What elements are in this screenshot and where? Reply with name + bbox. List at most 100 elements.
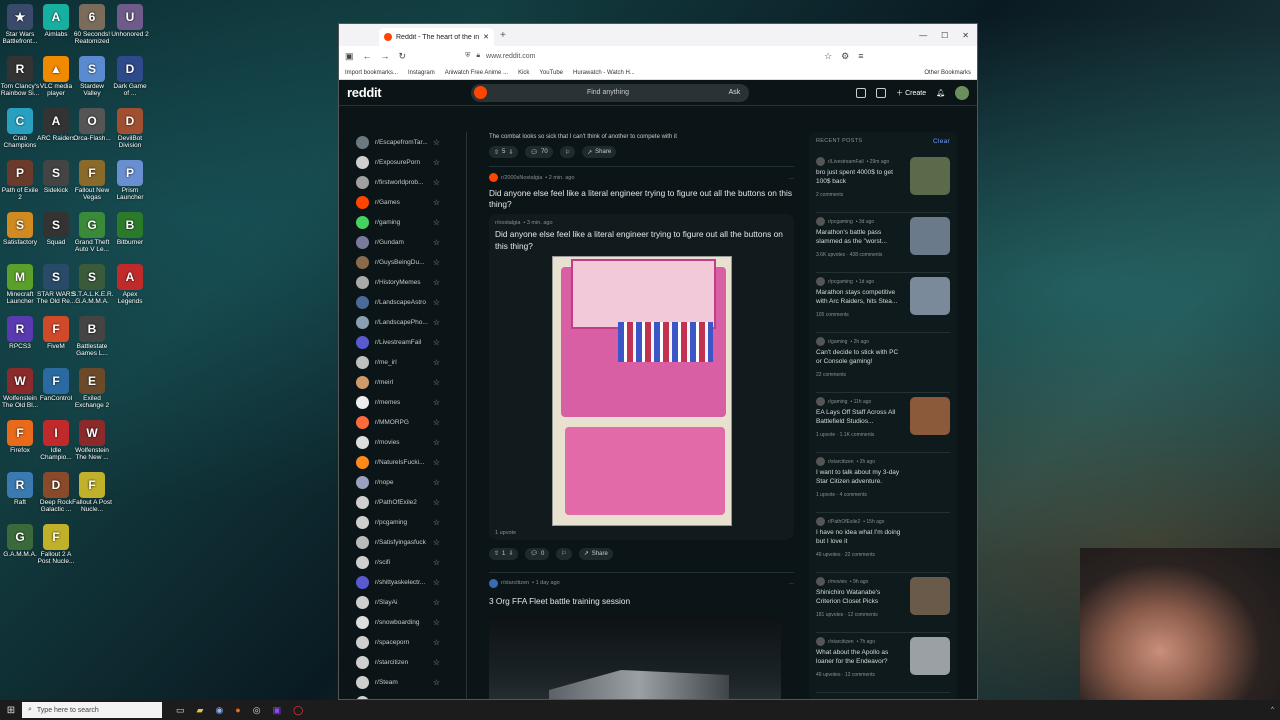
desktop-icon[interactable]: A Apex Legends [110,264,150,306]
sidebar-item-community[interactable]: r/me_irl ☆ [339,352,466,372]
recent-thumbnail[interactable] [910,277,950,315]
favorite-star-icon[interactable]: ☆ [433,618,440,627]
chat-icon[interactable] [876,87,887,98]
bookmark-item[interactable]: Kick [518,70,529,76]
task-view-icon[interactable]: ▭ [176,705,185,716]
recent-title[interactable]: EA Lays Off Staff Across All Battlefield… [816,409,904,427]
favorite-star-icon[interactable]: ☆ [433,478,440,487]
favorite-star-icon[interactable]: ☆ [433,638,440,647]
sidebar-toggle-icon[interactable]: ▣ [345,51,354,62]
favorite-star-icon[interactable]: ☆ [433,198,440,207]
desktop-icon[interactable]: P Path of Exile 2 [0,160,40,202]
recent-post-item[interactable]: r/pcgaming • 3d ago Marathon's battle pass… [816,213,950,273]
menu-icon[interactable]: ≡ [858,51,863,61]
sidebar-item-community[interactable]: r/Games ☆ [339,192,466,212]
extensions-icon[interactable]: ⚙ [841,51,849,62]
sidebar-item-community[interactable]: r/SlayAi ☆ [339,592,466,612]
firefox-icon[interactable]: ● [235,705,240,716]
desktop-icon[interactable]: F Fallout A Post Nucle... [72,472,112,514]
favorite-star-icon[interactable]: ☆ [433,138,440,147]
favorite-star-icon[interactable]: ☆ [433,518,440,527]
more-options-icon[interactable]: … [789,580,795,586]
recent-post-item[interactable]: r/starcitizen • 2h ago I want to talk abou… [816,453,950,513]
desktop-icon[interactable]: G Grand Theft Auto V Le... [72,212,112,254]
desktop-icon[interactable]: F FiveM [36,316,76,351]
sidebar-item-community[interactable]: r/meirl ☆ [339,372,466,392]
recent-subreddit[interactable]: r/gaming [828,339,847,345]
desktop-icon[interactable]: ★ Star Wars Battlefront... [0,4,40,46]
favorite-star-icon[interactable]: ☆ [433,158,440,167]
recent-title[interactable]: I want to talk about my 3-day Star Citiz… [816,469,904,487]
desktop-icon[interactable]: R RPCS3 [0,316,40,351]
file-explorer-icon[interactable]: ▰ [197,705,204,716]
desktop-icon[interactable]: ▲ VLC media player [36,56,76,98]
desktop-icon[interactable]: F Fallout 2 A Post Nucle... [36,524,76,566]
sidebar-item-community[interactable]: r/Steam ☆ [339,672,466,692]
post-image[interactable] [551,255,732,526]
recent-subreddit[interactable]: r/starcitizen [828,639,854,645]
sidebar-item-community[interactable]: r/GuysBeingDu... ☆ [339,252,466,272]
favorite-star-icon[interactable]: ☆ [433,458,440,467]
favorite-star-icon[interactable]: ☆ [433,598,440,607]
bookmark-item[interactable]: Aniwatch Free Anime ... [445,70,508,76]
ask-button[interactable]: Ask [729,89,747,96]
post-title[interactable]: 3 Org FFA Fleet battle training session [489,596,794,607]
windows-start-icon[interactable]: ⊞ [0,705,22,716]
desktop-icon[interactable]: U Unhonored 2 [110,4,150,39]
award-button[interactable]: ⚐ [556,547,572,560]
favorite-star-icon[interactable]: ☆ [433,438,440,447]
recent-post-item[interactable]: r/LivestreamFail • 29m ago bro just spent … [816,153,950,213]
desktop-icon[interactable]: F Fallout New Vegas [72,160,112,202]
sidebar-item-community[interactable]: r/memes ☆ [339,392,466,412]
sidebar-item-community[interactable]: r/movies ☆ [339,432,466,452]
other-bookmarks[interactable]: Other Bookmarks [924,70,971,76]
forward-icon[interactable]: → [381,51,390,61]
recent-thumbnail[interactable] [910,397,950,435]
favorite-star-icon[interactable]: ☆ [433,398,440,407]
bookmark-item[interactable]: Hurawatch - Watch H... [573,70,635,76]
reddit-logo[interactable]: reddit [347,85,382,100]
favorite-star-icon[interactable]: ☆ [433,318,440,327]
recent-post-item[interactable]: r/PathOfExile2 • 15h ago I have no idea wh… [816,513,950,573]
create-button[interactable]: ＋ Create [896,88,926,98]
favorite-star-icon[interactable]: ☆ [433,678,440,687]
sidebar-item-community[interactable]: r/PathOfExile2 ☆ [339,492,466,512]
recent-thumbnail[interactable] [910,577,950,615]
desktop-icon[interactable]: R Raft [0,472,40,507]
taskbar-search-input[interactable]: ⌕ Type here to search [22,702,162,718]
sidebar-item-community[interactable]: r/pcgaming ☆ [339,512,466,532]
sidebar-item-community[interactable]: r/HistoryMemes ☆ [339,272,466,292]
desktop-icon[interactable]: S Sidekick [36,160,76,195]
sidebar-item-community[interactable]: r/Satisfyingasfuck ☆ [339,532,466,552]
desktop-icon[interactable]: E Exiled Exchange 2 [72,368,112,410]
recent-subreddit[interactable]: r/LivestreamFail [828,159,864,165]
clear-recent-button[interactable]: Clear [933,138,950,145]
desktop-icon[interactable]: D Dark Game of ... [110,56,150,98]
recent-subreddit[interactable]: r/starcitizen [828,459,854,465]
sidebar-item-community[interactable]: r/firstworldprob... ☆ [339,172,466,192]
post-video[interactable] [489,614,781,699]
recent-post-item[interactable]: r/pcgaming • 1d ago Marathon stays competi… [816,273,950,333]
recent-subreddit[interactable]: r/movies [828,579,847,585]
recent-title[interactable]: Marathon's battle pass slammed as the "w… [816,229,904,247]
bookmark-item[interactable]: YouTube [539,70,563,76]
steam-icon[interactable]: ◉ [215,705,223,716]
favorite-star-icon[interactable]: ☆ [433,378,440,387]
bookmark-item[interactable]: Import bookmarks... [345,70,398,76]
recent-post-item[interactable]: r/gaming • 2h ago Can't decide to stick wi… [816,333,950,393]
opera-icon[interactable]: ◯ [293,705,303,716]
desktop-icon[interactable]: W Wolfenstein The Old Bl... [0,368,40,410]
recent-thumbnail[interactable] [910,217,950,255]
sidebar-item-community[interactable]: r/StreetArtPorn☆ [339,692,466,699]
recent-title[interactable]: Marathon stays competitive with Arc Raid… [816,289,904,307]
favorite-star-icon[interactable]: ☆ [433,558,440,567]
sidebar-item-community[interactable]: r/LivestreamFail ☆ [339,332,466,352]
sidebar-item-community[interactable]: r/scifi ☆ [339,552,466,572]
sidebar-item-community[interactable]: r/spaceporn ☆ [339,632,466,652]
favorite-star-icon[interactable]: ☆ [433,278,440,287]
desktop-icon[interactable]: M Minecraft Launcher [0,264,40,306]
favorite-star-icon[interactable]: ☆ [433,418,440,427]
bookmark-item[interactable]: Instagram [408,70,435,76]
subreddit-link[interactable]: r/2000sNostalgia [501,175,542,181]
sidebar-item-community[interactable]: r/snowboarding ☆ [339,612,466,632]
